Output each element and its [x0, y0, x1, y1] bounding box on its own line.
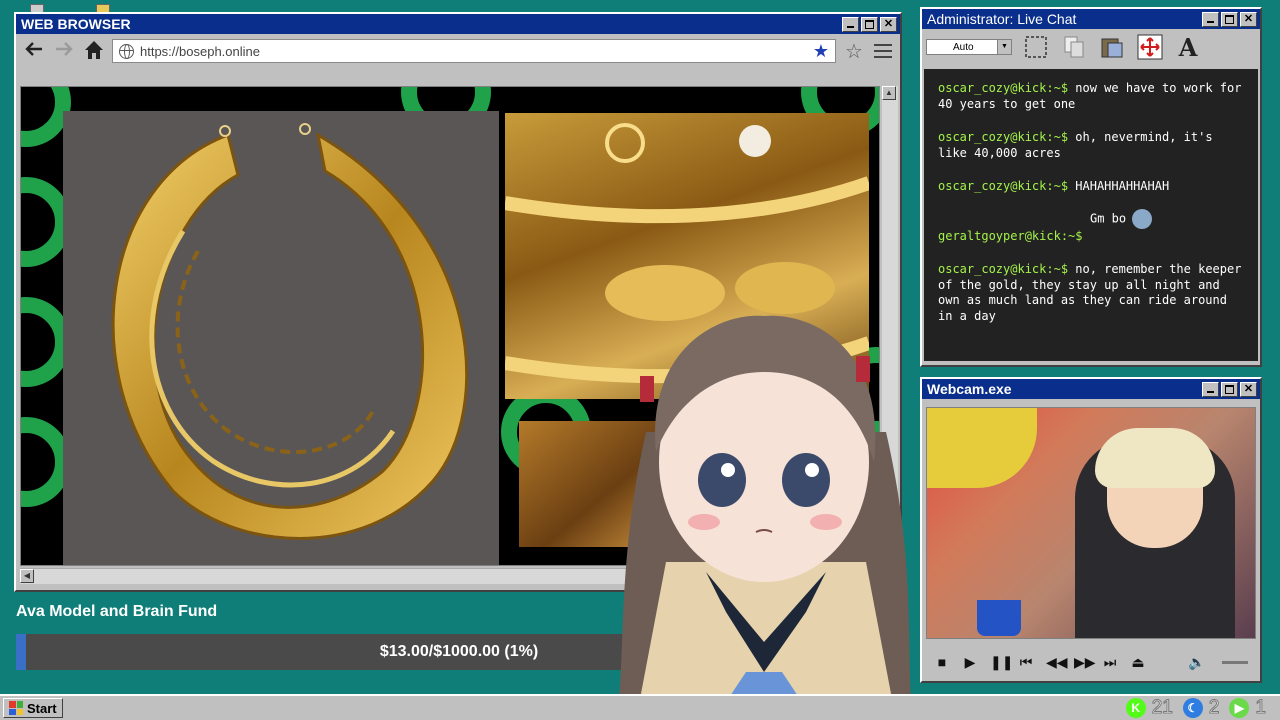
- browser-title: WEB BROWSER: [21, 16, 131, 32]
- chat-titlebar[interactable]: Administrator: Live Chat: [922, 9, 1260, 29]
- font-size-select[interactable]: Auto ▼: [926, 39, 1012, 55]
- play-icon[interactable]: ▶: [962, 654, 978, 671]
- minimize-button[interactable]: [842, 16, 859, 32]
- webcam-titlebar[interactable]: Webcam.exe: [922, 379, 1260, 399]
- star-outline-icon[interactable]: ☆: [842, 39, 866, 64]
- select-icon[interactable]: [1022, 33, 1050, 61]
- start-button[interactable]: Start: [3, 698, 63, 718]
- forward-arrow-icon[interactable]: [52, 39, 76, 63]
- chat-message: oscar_cozy@kick:~$ oh, nevermind, it's l…: [938, 130, 1244, 161]
- webcam-character-hair: [1095, 428, 1215, 488]
- kick-count: 21: [1151, 697, 1173, 719]
- webcam-feed: [926, 407, 1256, 639]
- chat-log[interactable]: oscar_cozy@kick:~$ now we have to work f…: [924, 69, 1258, 361]
- chat-username: oscar_cozy@kick:~$: [938, 81, 1069, 95]
- maximize-button[interactable]: [861, 16, 878, 32]
- minimize-button[interactable]: [1202, 381, 1219, 397]
- chat-toolbar: Auto ▼ A: [922, 29, 1260, 65]
- move-icon[interactable]: [1136, 33, 1164, 61]
- stop-icon[interactable]: ■: [934, 654, 950, 670]
- fast-forward-icon[interactable]: ▶▶: [1074, 654, 1096, 671]
- eject-icon[interactable]: ⏏: [1130, 654, 1146, 671]
- taskbar: Start K 21 ☾ 2 ▶ 1: [0, 694, 1280, 720]
- moon-count: 2: [1208, 697, 1220, 719]
- play-icon[interactable]: ▶: [1229, 698, 1250, 718]
- hamburger-menu-icon[interactable]: [872, 44, 894, 58]
- rewind-icon[interactable]: ◀◀: [1046, 654, 1068, 671]
- chat-username: oscar_cozy@kick:~$: [938, 179, 1069, 193]
- chat-text-value: Gm bo: [1090, 211, 1127, 225]
- close-button[interactable]: [1240, 11, 1257, 27]
- scroll-up-icon[interactable]: ▲: [882, 86, 896, 100]
- media-controls: ■ ▶ ❚❚ ⏮ ◀◀ ▶▶ ⏭ ⏏ 🔈: [922, 645, 1260, 679]
- windows-logo-icon: [9, 701, 23, 715]
- scroll-left-icon[interactable]: ◀: [20, 569, 34, 583]
- paste-icon[interactable]: [1098, 33, 1126, 61]
- font-icon[interactable]: A: [1174, 33, 1202, 62]
- chat-username: geraltgoyper@kick:~$: [938, 228, 1083, 243]
- chat-message: Gm bo geraltgoyper@kick:~$: [938, 208, 1244, 245]
- browser-titlebar[interactable]: WEB BROWSER: [16, 14, 900, 34]
- volume-icon[interactable]: 🔈: [1188, 654, 1205, 671]
- pause-icon[interactable]: ❚❚: [990, 654, 1013, 671]
- chat-title: Administrator: Live Chat: [927, 11, 1077, 27]
- play-count: 1: [1255, 697, 1267, 719]
- skip-back-icon[interactable]: ⏮: [1018, 654, 1034, 671]
- address-bar[interactable]: https://boseph.online ★: [112, 39, 836, 63]
- globe-icon: [119, 43, 134, 59]
- copy-icon[interactable]: [1060, 33, 1088, 61]
- maximize-button[interactable]: [1221, 11, 1238, 27]
- font-size-value: Auto: [953, 41, 974, 53]
- start-label: Start: [27, 700, 57, 716]
- chat-message: oscar_cozy@kick:~$ now we have to work f…: [938, 81, 1244, 112]
- minimize-button[interactable]: [1202, 11, 1219, 27]
- url-text: https://boseph.online: [140, 43, 260, 59]
- webcam-window: Webcam.exe ■ ▶ ❚❚ ⏮ ◀◀ ▶▶ ⏭ ⏏ 🔈: [920, 377, 1262, 683]
- moon-icon[interactable]: ☾: [1182, 698, 1203, 718]
- chevron-down-icon: ▼: [997, 40, 1011, 54]
- gold-pectoral-photo: [63, 111, 499, 565]
- webcam-mug: [977, 600, 1021, 636]
- live-chat-window: Administrator: Live Chat Auto ▼ A oscar_…: [920, 7, 1262, 367]
- fund-title: Ava Model and Brain Fund: [16, 603, 218, 620]
- chat-username: oscar_cozy@kick:~$: [938, 262, 1069, 276]
- skip-forward-icon[interactable]: ⏭: [1102, 654, 1118, 671]
- vtuber-avatar: [606, 312, 922, 720]
- home-icon[interactable]: [82, 39, 106, 63]
- back-arrow-icon[interactable]: [22, 39, 46, 63]
- chat-text: Gm bo: [938, 208, 1244, 229]
- emote-icon: [1132, 208, 1153, 229]
- star-filled-icon[interactable]: ★: [813, 41, 829, 62]
- chat-text: HAHAHHAHHAHAH: [1075, 179, 1170, 193]
- volume-slider[interactable]: [1222, 660, 1248, 664]
- webcam-plush: [927, 408, 1037, 488]
- webcam-title: Webcam.exe: [927, 381, 1012, 397]
- chat-message: oscar_cozy@kick:~$ HAHAHHAHHAHAH: [938, 179, 1244, 195]
- chat-message: oscar_cozy@kick:~$ no, remember the keep…: [938, 262, 1244, 324]
- system-tray: K 21 ☾ 2 ▶ 1: [1125, 697, 1280, 719]
- maximize-button[interactable]: [1221, 381, 1238, 397]
- chat-username: oscar_cozy@kick:~$: [938, 130, 1069, 144]
- close-button[interactable]: [1240, 381, 1257, 397]
- kick-icon[interactable]: K: [1125, 698, 1146, 718]
- browser-toolbar: https://boseph.online ★ ☆: [16, 34, 900, 68]
- close-button[interactable]: [880, 16, 897, 32]
